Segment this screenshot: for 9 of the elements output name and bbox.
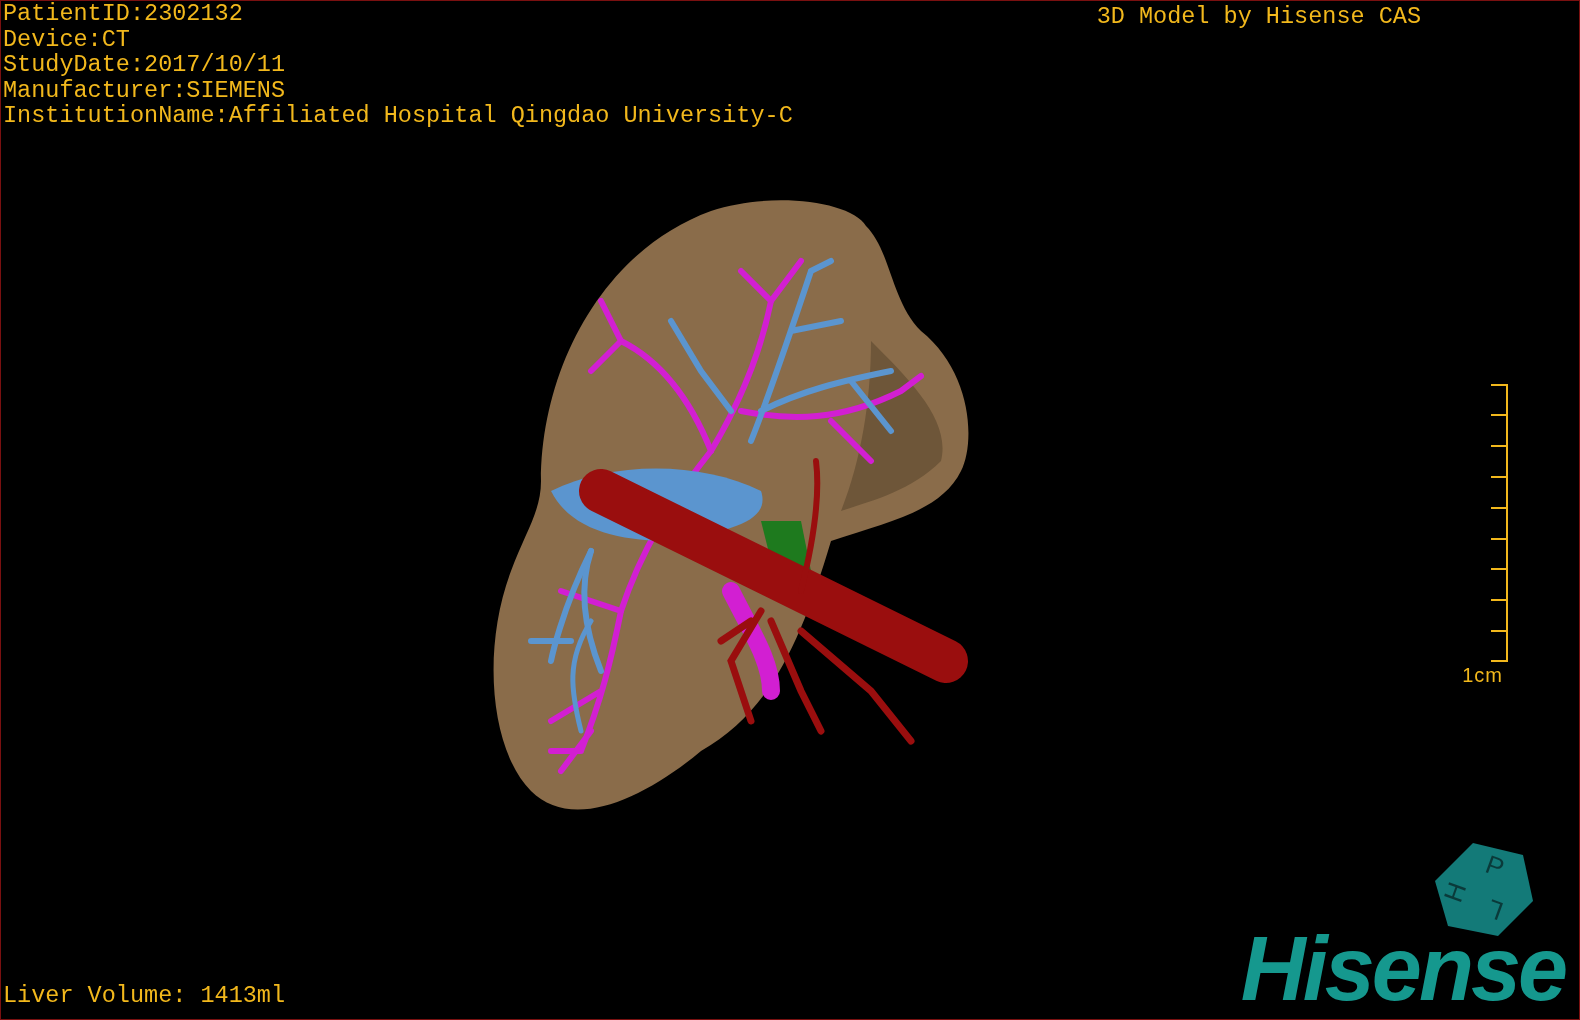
scale-label: 1cm bbox=[1462, 664, 1503, 686]
patient-info-line: Device:CT bbox=[3, 26, 131, 52]
brand-logo: Hisense bbox=[1240, 929, 1567, 1009]
liver-volume: Liver Volume: 1413ml bbox=[3, 983, 286, 1009]
patient-info-line: PatientID:2302132 bbox=[3, 1, 244, 27]
viewer-title: 3D Model by Hisense CAS bbox=[1096, 2, 1421, 32]
patient-info-line: InstitutionName:Affiliated Hospital Qingdao University-C bbox=[3, 103, 793, 129]
patient-info-line: StudyDate:2017/10/11 bbox=[3, 52, 287, 78]
patient-info-line: Manufacturer:SIEMENS bbox=[3, 77, 287, 103]
